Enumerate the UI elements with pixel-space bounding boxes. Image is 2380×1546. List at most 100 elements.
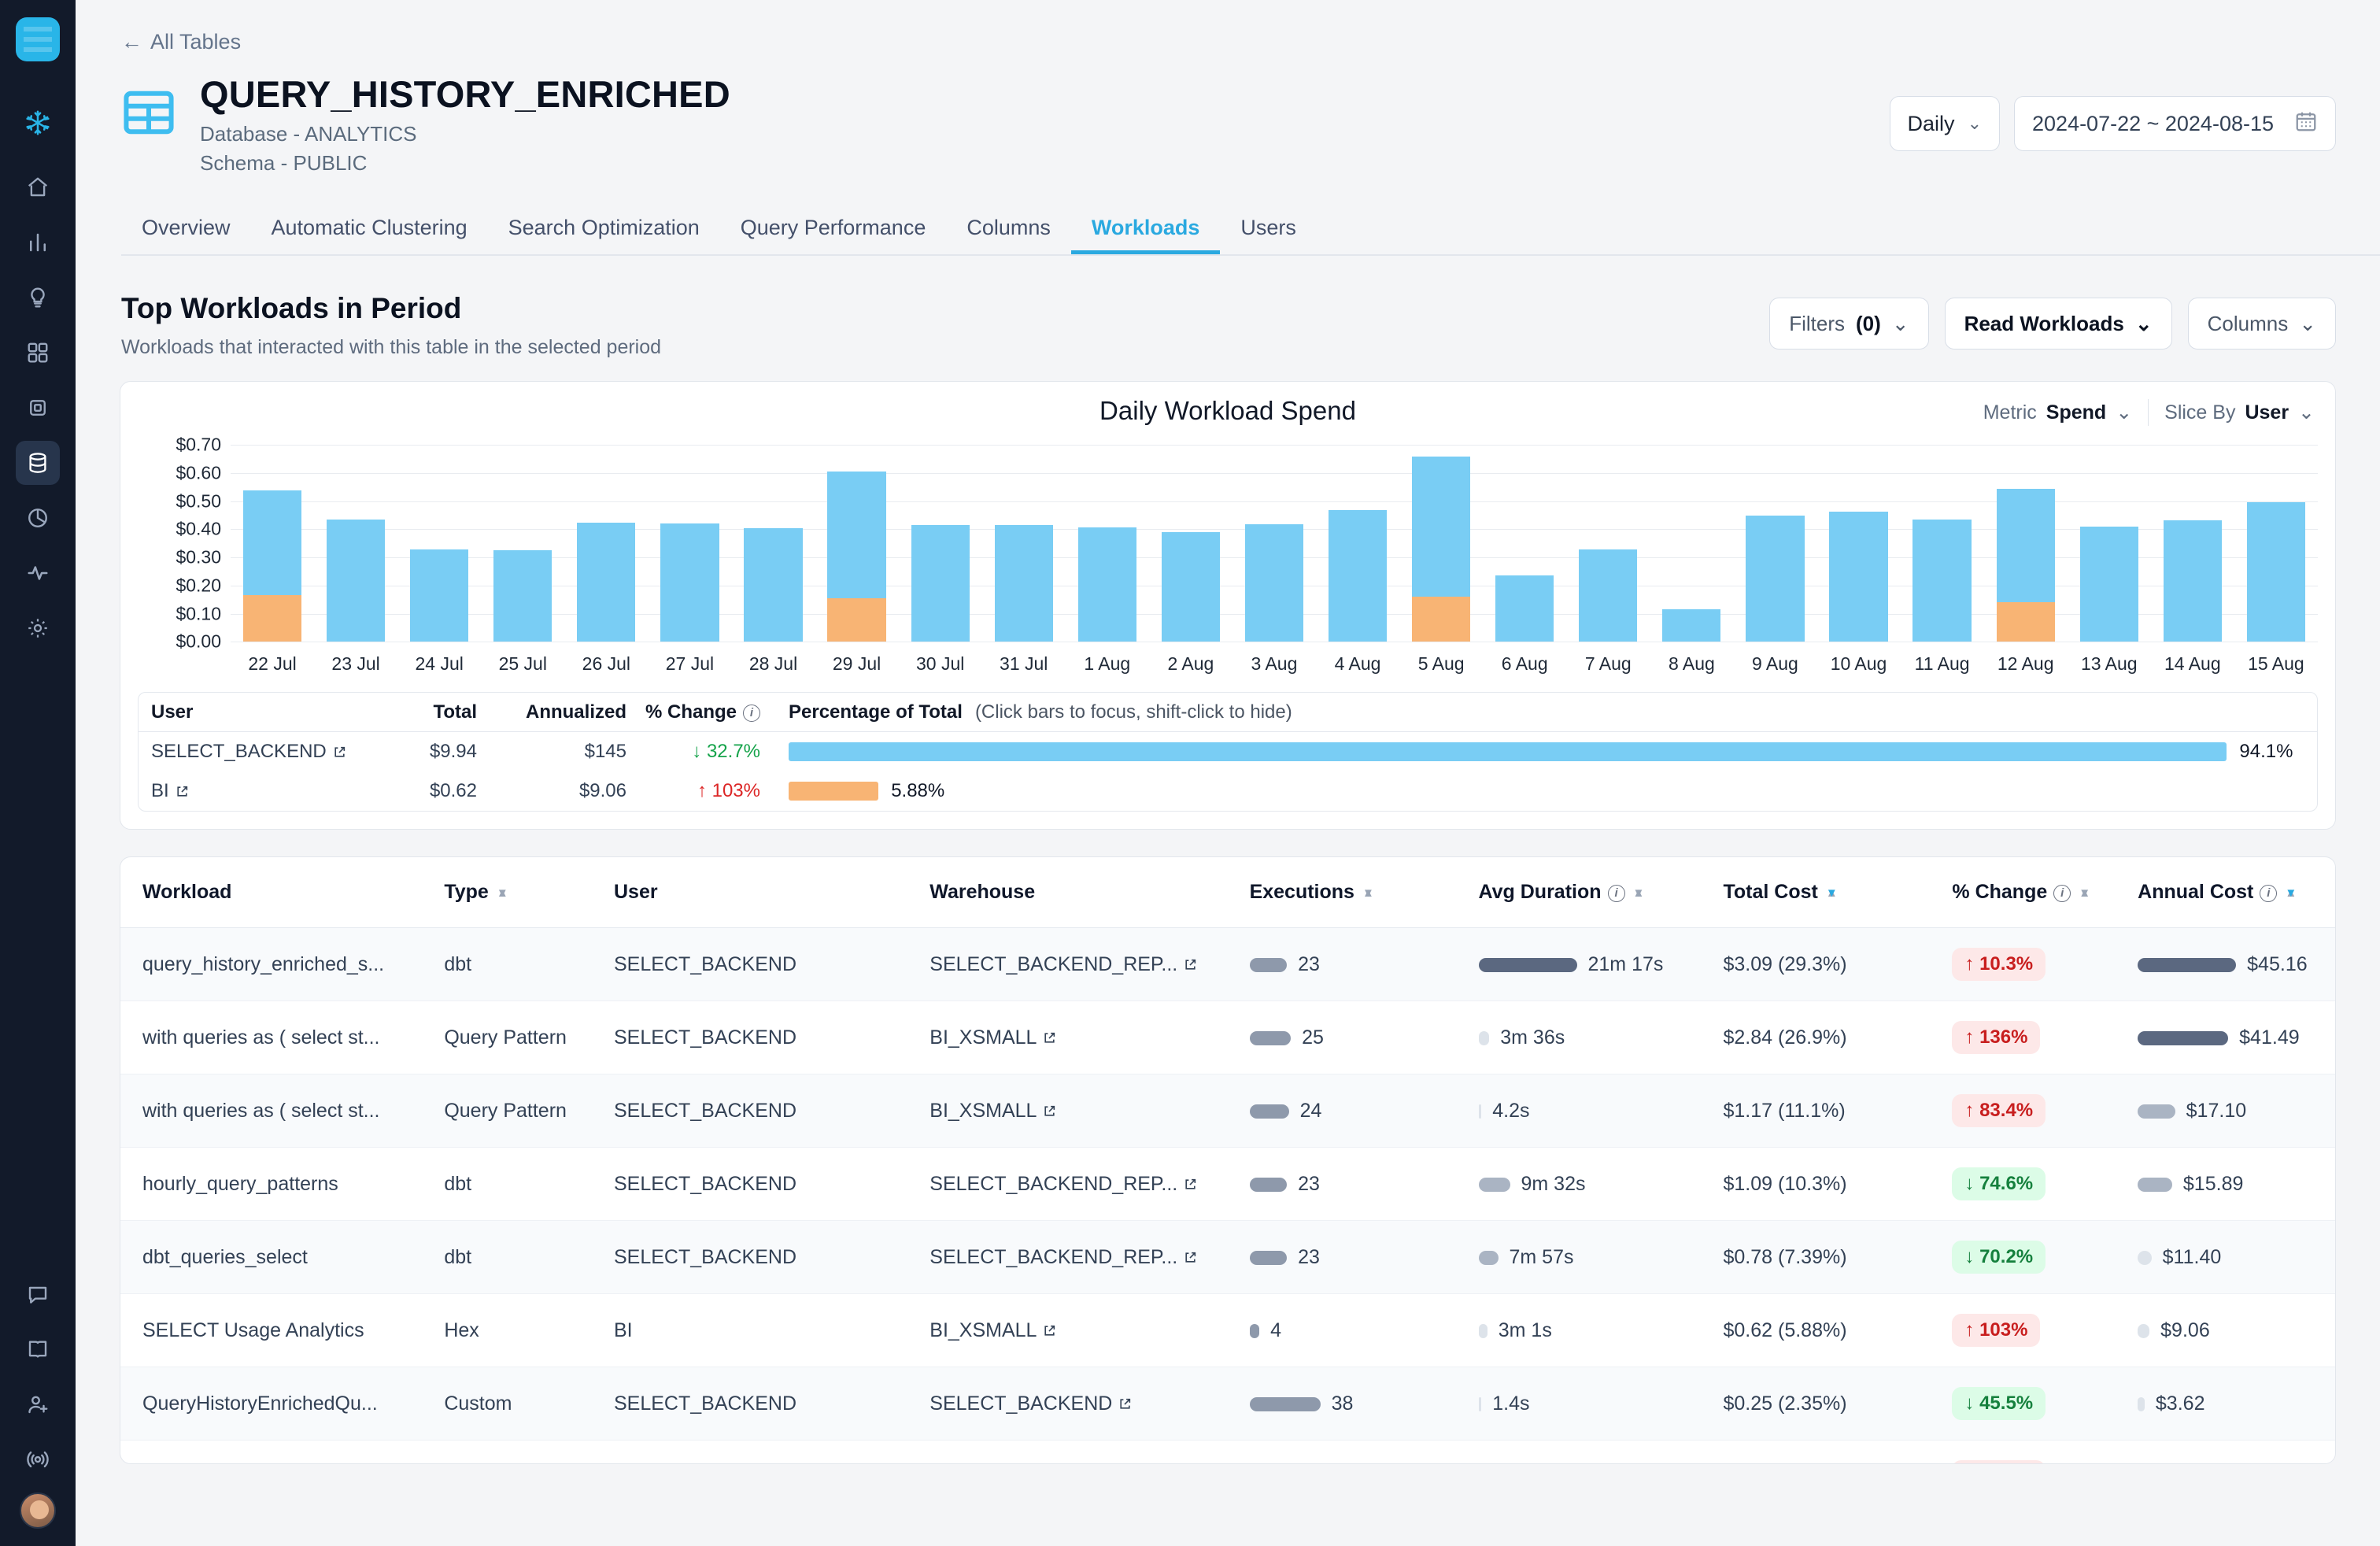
column-header-total-cost[interactable]: Total Cost ▲ ▼ <box>1723 857 1953 929</box>
bar-segment-select-backend[interactable] <box>1662 609 1721 642</box>
chart-bar[interactable] <box>410 549 469 642</box>
home-icon[interactable] <box>16 165 60 209</box>
bar-segment-select-backend[interactable] <box>1161 532 1221 642</box>
info-icon[interactable]: i <box>743 704 760 722</box>
monitor-pulse-icon[interactable] <box>16 551 60 595</box>
chart-bar[interactable] <box>994 525 1053 642</box>
chart-bar[interactable] <box>1913 520 1972 642</box>
table-row[interactable]: insightsdbtSELECT_BACKENDSELECT_BACKEND_… <box>120 1440 2335 1464</box>
bar-segment-select-backend[interactable] <box>1244 524 1304 642</box>
bar-segment-select-backend[interactable] <box>2163 520 2222 642</box>
bar-segment-bi[interactable] <box>827 598 886 642</box>
tab-query-performance[interactable]: Query Performance <box>720 216 947 254</box>
compute-chip-icon[interactable] <box>16 386 60 430</box>
analytics-bars-icon[interactable] <box>16 220 60 264</box>
app-logo[interactable] <box>16 17 60 61</box>
column-header-type[interactable]: Type ▲ ▼ <box>444 857 614 929</box>
chart-bar[interactable] <box>1662 609 1721 642</box>
bar-segment-select-backend[interactable] <box>827 471 886 598</box>
cell-warehouse[interactable]: SELECT_BACKEND_REP... <box>929 1147 1250 1222</box>
bar-segment-select-backend[interactable] <box>242 490 302 596</box>
external-link-icon[interactable] <box>1118 1397 1132 1411</box>
external-link-icon[interactable] <box>1184 1178 1197 1191</box>
chart-bar[interactable] <box>1829 512 1888 642</box>
table-row[interactable]: with queries as ( select st... Query Patt… <box>120 1000 2335 1075</box>
columns-button[interactable]: Columns ⌄ <box>2187 298 2336 350</box>
metric-select[interactable]: Metric Spend ⌄ <box>1983 401 2132 424</box>
workload-type-select[interactable]: Read Workloads ⌄ <box>1944 298 2172 350</box>
tab-automatic-clustering[interactable]: Automatic Clustering <box>251 216 488 254</box>
bar-segment-select-backend[interactable] <box>2246 501 2306 642</box>
cell-warehouse[interactable]: SELECT_BACKEND_REP... <box>929 1220 1250 1295</box>
apps-grid-icon[interactable] <box>16 331 60 375</box>
bar-segment-select-backend[interactable] <box>577 522 636 642</box>
cell-warehouse[interactable]: SELECT_BACKEND_REP... <box>929 1440 1250 1464</box>
broadcast-icon[interactable] <box>16 1437 60 1481</box>
tab-users[interactable]: Users <box>1220 216 1317 254</box>
bar-segment-select-backend[interactable] <box>326 520 386 642</box>
cell-warehouse[interactable]: BI_XSMALL <box>929 1293 1250 1368</box>
bar-segment-select-backend[interactable] <box>994 525 1053 642</box>
chart-bar[interactable] <box>2163 520 2222 642</box>
external-link-icon[interactable] <box>1184 1251 1197 1264</box>
info-icon[interactable]: i <box>2053 884 2071 902</box>
cell-warehouse[interactable]: BI_XSMALL <box>929 1074 1250 1148</box>
tab-columns[interactable]: Columns <box>946 216 1071 254</box>
tab-overview[interactable]: Overview <box>121 216 251 254</box>
bar-segment-select-backend[interactable] <box>1412 456 1471 597</box>
column-header--change[interactable]: % Change i ▲ ▼ <box>1952 857 2138 929</box>
avatar[interactable] <box>20 1492 56 1529</box>
legend-user-link[interactable]: SELECT_BACKEND <box>151 741 346 763</box>
info-icon[interactable]: i <box>2260 884 2278 902</box>
invite-user-plus-icon[interactable] <box>16 1382 60 1426</box>
breadcrumb-all-tables[interactable]: ← All Tables <box>121 30 241 54</box>
external-link-icon[interactable] <box>1043 1104 1056 1118</box>
tab-workloads[interactable]: Workloads <box>1071 216 1221 254</box>
chart-bar[interactable] <box>660 523 719 642</box>
bar-segment-select-backend[interactable] <box>2079 526 2138 642</box>
chart-bar[interactable] <box>1412 456 1471 642</box>
chart-bar[interactable] <box>577 522 636 642</box>
bar-segment-select-backend[interactable] <box>1077 527 1136 642</box>
chart-bar[interactable] <box>493 550 552 642</box>
chart-bar[interactable] <box>1495 575 1554 642</box>
table-row[interactable]: QueryHistoryEnrichedQu... Custom SELECT_BA… <box>120 1367 2335 1441</box>
column-header-executions[interactable]: Executions ▲ ▼ <box>1249 857 1479 929</box>
chart-bar[interactable] <box>326 520 386 642</box>
chart-bar[interactable] <box>1579 549 1638 642</box>
external-link-icon[interactable] <box>1184 958 1197 971</box>
info-icon[interactable]: i <box>1607 884 1625 902</box>
bar-segment-select-backend[interactable] <box>911 525 970 642</box>
bar-segment-select-backend[interactable] <box>1495 575 1554 642</box>
bar-segment-select-backend[interactable] <box>410 549 469 642</box>
table-row[interactable]: with queries as ( select st... Query Patt… <box>120 1074 2335 1148</box>
column-header-avg-duration[interactable]: Avg Duration i ▲ ▼ <box>1478 857 1724 929</box>
chart-bar[interactable] <box>827 471 886 642</box>
column-header-annual-cost[interactable]: Annual Cost i ▲ ▼ <box>2138 857 2335 929</box>
cell-warehouse[interactable]: SELECT_BACKEND <box>929 1367 1250 1441</box>
slice-by-select[interactable]: Slice By User ⌄ <box>2164 401 2315 424</box>
external-link-icon[interactable] <box>1043 1324 1056 1337</box>
bar-segment-select-backend[interactable] <box>1829 512 1888 642</box>
chart-bar[interactable] <box>1077 527 1136 642</box>
bar-segment-select-backend[interactable] <box>744 527 803 642</box>
cell-warehouse[interactable]: SELECT_BACKEND_REP... <box>929 927 1250 1002</box>
chart-bar[interactable] <box>2079 526 2138 642</box>
bar-segment-select-backend[interactable] <box>493 550 552 642</box>
bar-segment-select-backend[interactable] <box>660 523 719 642</box>
chart-bar[interactable] <box>1996 488 2055 642</box>
legend-row[interactable]: BI $0.62 $9.06 ↑ 103% 5.88% <box>139 771 2317 811</box>
snowflake-icon[interactable] <box>16 101 60 145</box>
table-row[interactable]: SELECT Usage Analytics Hex BI BI_XSMALL 4 3m… <box>120 1293 2335 1368</box>
bar-segment-select-backend[interactable] <box>1579 549 1638 642</box>
bar-segment-bi[interactable] <box>1412 597 1471 642</box>
external-link-icon[interactable] <box>1043 1031 1056 1045</box>
tab-search-optimization[interactable]: Search Optimization <box>488 216 720 254</box>
chart-bar[interactable] <box>1746 515 1805 642</box>
chart-bar[interactable] <box>1244 524 1304 642</box>
legend-percentage-bar[interactable] <box>789 782 879 801</box>
chart-bar[interactable] <box>911 525 970 642</box>
settings-gear-icon[interactable] <box>16 606 60 650</box>
table-row[interactable]: dbt_queries_select dbt SELECT_BACKEND SELEC… <box>120 1220 2335 1295</box>
chart-bar[interactable] <box>242 490 302 642</box>
